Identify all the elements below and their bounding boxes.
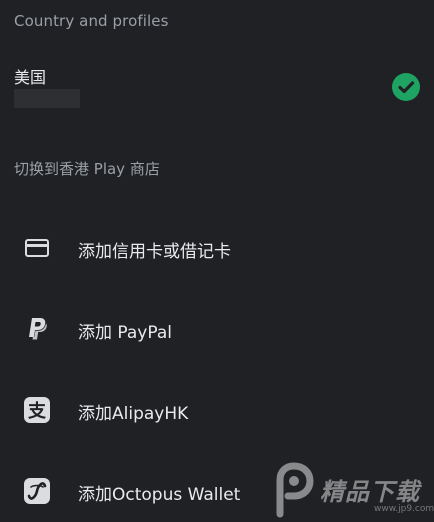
- watermark: 精品下载 www.jp9.com: [264, 460, 434, 522]
- section-header-country-profiles: Country and profiles: [14, 12, 169, 30]
- country-row[interactable]: 美国: [0, 56, 434, 116]
- add-paypal-row[interactable]: 添加 PayPal: [0, 302, 434, 358]
- alipay-icon: 支: [22, 395, 52, 425]
- add-alipayhk-row[interactable]: 支 添加AlipayHK: [0, 383, 434, 439]
- octopus-icon: [22, 476, 52, 506]
- credit-card-icon: [22, 233, 52, 263]
- add-alipayhk-label: 添加AlipayHK: [78, 404, 189, 424]
- svg-text:支: 支: [27, 400, 47, 422]
- watermark-brand-text: 精品下载: [320, 478, 420, 506]
- add-octopus-wallet-label: 添加Octopus Wallet: [78, 485, 241, 505]
- add-credit-card-row[interactable]: 添加信用卡或借记卡: [0, 221, 434, 277]
- country-name: 美国: [14, 68, 47, 87]
- switch-store-link[interactable]: 切换到香港 Play 商店: [14, 158, 160, 179]
- watermark-url-text: www.jp9.com: [374, 504, 434, 514]
- check-circle-icon: [392, 73, 420, 101]
- paypal-icon: [22, 314, 52, 344]
- watermark-logo-icon: [276, 462, 314, 518]
- add-paypal-label: 添加 PayPal: [78, 323, 172, 343]
- add-credit-card-label: 添加信用卡或借记卡: [78, 242, 231, 262]
- country-subtitle-redacted: [14, 89, 80, 108]
